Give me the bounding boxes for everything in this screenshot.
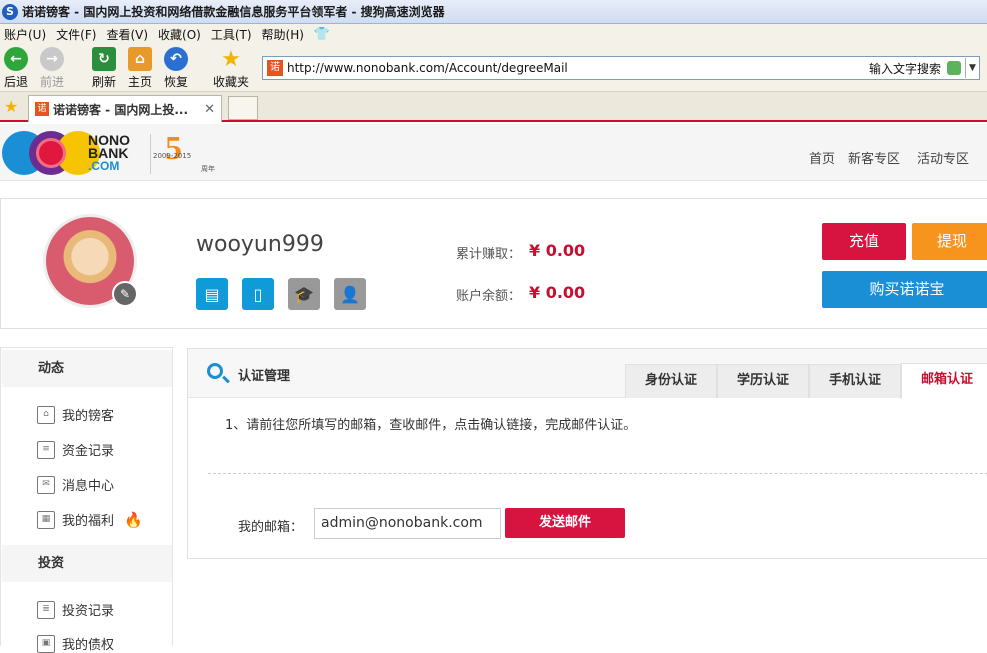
- gift-icon: ▦: [37, 510, 55, 529]
- panel-title: 认证管理: [238, 369, 291, 384]
- menu-view[interactable]: 查看(V): [106, 26, 148, 43]
- lock-icon: ▣: [37, 634, 55, 653]
- balance-value: ¥ 0.00: [529, 283, 586, 302]
- menu-tools[interactable]: 工具(T): [211, 26, 252, 43]
- withdraw-button[interactable]: 提现: [912, 223, 987, 260]
- tab-email[interactable]: 邮箱认证: [901, 363, 987, 399]
- nav-activity[interactable]: 活动专区: [917, 148, 969, 167]
- restore-button[interactable]: ↶ 恢复: [164, 47, 188, 90]
- profile-card-icon[interactable]: 👤: [334, 278, 366, 310]
- send-email-button[interactable]: 发送邮件: [505, 508, 625, 538]
- anniversary-badge: 5 2009-2015 周年: [150, 130, 220, 174]
- sidebar-section-invest: 投资: [2, 545, 172, 582]
- window-titlebar: S 诺诺镑客 - 国内网上投资和网络借款金融信息服务平台领军者 - 搜狗高速浏览…: [0, 0, 987, 24]
- recharge-button[interactable]: 充值: [822, 223, 906, 260]
- favorite-star-icon[interactable]: ★: [4, 97, 18, 116]
- sidebar-item-welfare[interactable]: ▦ 我的福利 🔥: [37, 510, 143, 529]
- tab-education[interactable]: 学历认证: [717, 364, 809, 398]
- sidebar-item-my-claims[interactable]: ▣ 我的债权: [37, 634, 114, 653]
- tab-favicon-icon: 诺: [35, 102, 49, 116]
- tab-title: 诺诺镑客 - 国内网上投...: [53, 102, 189, 117]
- security-lock-icon[interactable]: [947, 61, 961, 75]
- sidebar-section-dynamics: 动态: [2, 350, 172, 387]
- menu-favorites[interactable]: 收藏(O): [158, 26, 201, 43]
- favorites-button[interactable]: ★ 收藏夹: [213, 47, 249, 90]
- account-panel: ✎ wooyun999 ▤ ▯ 🎓 👤 累计赚取： ¥ 0.00 账户余额： ¥…: [0, 198, 987, 329]
- username: wooyun999: [196, 232, 324, 257]
- email-label: 我的邮箱：: [238, 520, 304, 535]
- undo-icon: ↶: [164, 47, 188, 71]
- earned-label: 累计赚取：: [456, 247, 522, 262]
- browser-toolbar: ← 后退 → 前进 ↻ 刷新 ⌂ 主页 ↶ 恢复 ★ 收藏夹 诺 http://…: [0, 44, 987, 92]
- nav-new-customer[interactable]: 新客专区: [848, 148, 900, 167]
- logo-red-target: [36, 138, 66, 168]
- verification-panel: 认证管理 身份认证 学历认证 手机认证 邮箱认证 1、请前往您所填写的邮箱，查收…: [187, 348, 987, 559]
- document-icon: ≡: [37, 440, 55, 459]
- list-icon: ≣: [37, 600, 55, 619]
- sogou-logo-icon: S: [2, 3, 18, 20]
- skin-shirt-icon[interactable]: 👕: [314, 27, 330, 42]
- url-text[interactable]: http://www.nonobank.com/Account/degreeMa…: [287, 61, 869, 75]
- envelope-icon: ✉: [37, 475, 55, 494]
- home-icon: ⌂: [128, 47, 152, 71]
- forward-arrow-icon: →: [40, 47, 64, 71]
- window-title: 诺诺镑客 - 国内网上投资和网络借款金融信息服务平台领军者 - 搜狗高速浏览器: [22, 5, 445, 19]
- new-tab-button[interactable]: [228, 96, 258, 120]
- earned-value: ¥ 0.00: [529, 241, 586, 260]
- dashed-divider: [208, 473, 987, 474]
- instruction-text: 1、请前往您所填写的邮箱，查收邮件，点击确认链接，完成邮件认证。: [225, 418, 637, 433]
- fire-icon: 🔥: [124, 510, 143, 529]
- search-icon: [207, 363, 223, 379]
- close-tab-icon[interactable]: ✕: [204, 102, 215, 117]
- menu-help[interactable]: 帮助(H): [262, 26, 304, 43]
- back-arrow-icon: ←: [4, 47, 28, 71]
- back-button[interactable]: ← 后退: [4, 47, 28, 90]
- chevron-down-icon[interactable]: ▼: [965, 58, 979, 78]
- refresh-icon: ↻: [92, 47, 116, 71]
- star-icon: ★: [221, 46, 241, 72]
- panel-header: 认证管理 身份认证 学历认证 手机认证 邮箱认证: [188, 349, 987, 399]
- home-icon: ⌂: [37, 405, 55, 424]
- home-button[interactable]: ⌂ 主页: [128, 47, 152, 90]
- menu-file[interactable]: 文件(F): [56, 26, 96, 43]
- mobile-phone-icon[interactable]: ▯: [242, 278, 274, 310]
- tab-identity[interactable]: 身份认证: [625, 364, 717, 398]
- site-favicon-icon: 诺: [267, 60, 283, 76]
- buy-nonobao-button[interactable]: 购买诺诺宝: [822, 271, 987, 308]
- refresh-button[interactable]: ↻ 刷新: [92, 47, 116, 90]
- search-label[interactable]: 输入文字搜索: [869, 60, 941, 77]
- edit-avatar-icon[interactable]: ✎: [112, 281, 138, 307]
- id-card-icon[interactable]: ▤: [196, 278, 228, 310]
- sidebar: 动态 ⌂ 我的镑客 ≡ 资金记录 ✉ 消息中心 ▦ 我的福利 🔥 投资 ≣ 投资记录 ▣ 我…: [0, 347, 173, 653]
- sidebar-item-fund-records[interactable]: ≡ 资金记录: [37, 440, 114, 459]
- balance-label: 账户余额：: [456, 289, 522, 304]
- site-logo[interactable]: NONO BANK .COM: [88, 133, 130, 173]
- site-header: NONO BANK .COM 5 2009-2015 周年 首页 新客专区 活动…: [0, 124, 987, 181]
- graduation-cap-icon[interactable]: 🎓: [288, 278, 320, 310]
- menu-account[interactable]: 账户(U): [4, 26, 46, 43]
- sidebar-item-my-bank[interactable]: ⌂ 我的镑客: [37, 405, 114, 424]
- browser-tab[interactable]: 诺 诺诺镑客 - 国内网上投... ✕: [28, 95, 222, 122]
- tab-bar: ★ 诺 诺诺镑客 - 国内网上投... ✕: [0, 92, 987, 122]
- menu-bar: 账户(U) 文件(F) 查看(V) 收藏(O) 工具(T) 帮助(H) 👕: [0, 24, 987, 44]
- address-bar[interactable]: 诺 http://www.nonobank.com/Account/degree…: [262, 56, 980, 80]
- tab-mobile[interactable]: 手机认证: [809, 364, 901, 398]
- sidebar-item-messages[interactable]: ✉ 消息中心: [37, 475, 114, 494]
- sidebar-item-invest-records[interactable]: ≣ 投资记录: [37, 600, 114, 619]
- avatar[interactable]: ✎: [43, 214, 138, 308]
- nav-home[interactable]: 首页: [809, 148, 835, 167]
- forward-button[interactable]: → 前进: [40, 47, 64, 90]
- email-field[interactable]: admin@nonobank.com: [314, 508, 501, 539]
